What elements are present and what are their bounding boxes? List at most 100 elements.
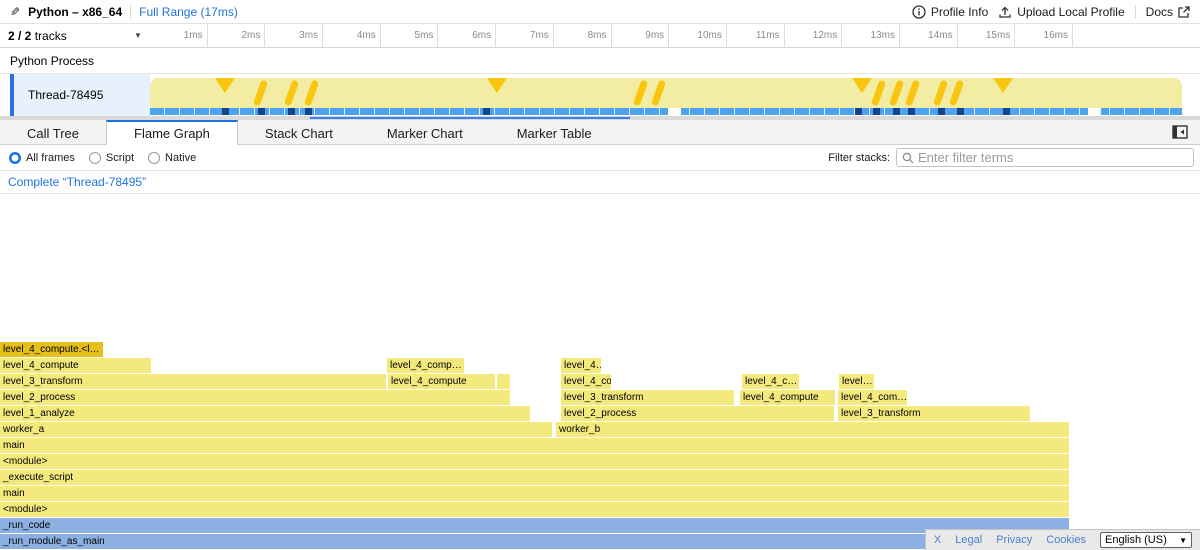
process-track-label[interactable]: Python Process (0, 48, 1200, 74)
flame-box-level_3_transform[interactable]: level_3_transform (838, 406, 1030, 421)
upload-profile-button[interactable]: Upload Local Profile (998, 5, 1124, 19)
ruler-tick-12ms: 12ms (785, 24, 843, 48)
tracks-dropdown-caret[interactable]: ▼ (134, 24, 142, 48)
flame-box-level…[interactable]: level… (839, 374, 874, 389)
ruler-tick-8ms: 8ms (554, 24, 612, 48)
thread-track-label[interactable]: Thread-78495 (14, 74, 150, 116)
panel-tabbar: Call TreeFlame GraphStack ChartMarker Ch… (0, 120, 1200, 145)
breadcrumb-complete-thread[interactable]: Complete “Thread-78495” (8, 171, 146, 193)
flame-box-level_4_compute[interactable]: level_4_compute (0, 358, 151, 373)
ruler-tick-1ms: 1ms (150, 24, 208, 48)
marker-diamond (487, 78, 507, 93)
sample-dark-segment (855, 108, 862, 115)
thread-activity-graph[interactable] (150, 74, 1182, 116)
tab-call-tree[interactable]: Call Tree (0, 120, 106, 144)
sample-strip (150, 108, 1182, 115)
tab-marker-chart[interactable]: Marker Chart (360, 120, 490, 144)
sidebar-icon (1172, 125, 1188, 139)
sample-dark-segment (873, 108, 880, 115)
flame-box-worker_b[interactable]: worker_b (556, 422, 1069, 437)
sample-dark-segment (1003, 108, 1010, 115)
sample-dark-segment (305, 108, 312, 115)
flame-box-<module>[interactable]: <module> (0, 454, 1069, 469)
flame-box-_execute_script[interactable]: _execute_script (0, 470, 1069, 485)
upload-icon (998, 5, 1012, 19)
footer-link-privacy[interactable]: Privacy (996, 534, 1032, 546)
docs-link[interactable]: Docs (1146, 5, 1190, 19)
flame-box-_run_code[interactable]: _run_code (0, 518, 1069, 533)
flame-box-<module>[interactable]: <module> (0, 502, 1069, 517)
sample-gap (668, 108, 681, 115)
flame-box-main[interactable]: main (0, 438, 1069, 453)
marker-diamond (852, 78, 872, 93)
flame-box-level_4_comp…[interactable]: level_4_comp… (387, 358, 464, 373)
flame-box-level_2_process[interactable]: level_2_process (561, 406, 834, 421)
flame-box-_run_module_as_main[interactable]: _run_module_as_main (0, 534, 1069, 549)
frame-filter-radios: All frames Script Native (0, 152, 196, 164)
flame-box-level_4…[interactable]: level_4… (561, 358, 601, 373)
flame-box-level_3_transform[interactable]: level_3_transform (561, 390, 734, 405)
radio-script[interactable]: Script (89, 152, 134, 164)
radio-label: Script (106, 152, 134, 164)
external-link-icon (1178, 6, 1190, 18)
ruler-tick-15ms: 15ms (958, 24, 1016, 48)
ruler-tick-14ms: 14ms (900, 24, 958, 48)
sample-dark-segment (893, 108, 900, 115)
sample-dark-segment (908, 108, 915, 115)
ruler-tick-2ms: 2ms (208, 24, 266, 48)
full-range-button[interactable]: Full Range (17ms) (139, 5, 238, 19)
flame-box-unnamed[interactable] (497, 374, 510, 389)
language-select[interactable]: English (US) ▼ (1100, 532, 1192, 548)
sample-dark-segment (288, 108, 295, 115)
sample-dark-segment (483, 108, 490, 115)
divider (1135, 5, 1136, 19)
tab-marker-table[interactable]: Marker Table (490, 120, 619, 144)
flame-box-worker_a[interactable]: worker_a (0, 422, 552, 437)
flame-box-level_4_com…[interactable]: level_4_com… (838, 390, 907, 405)
flame-box-level_3_transform[interactable]: level_3_transform (0, 374, 386, 389)
flame-box-main[interactable]: main (0, 486, 1069, 501)
ruler-tick-9ms: 9ms (612, 24, 670, 48)
flame-toolbar: All framesScriptNative Filter stacks: (0, 145, 1200, 171)
ruler-tick-7ms: 7ms (496, 24, 554, 48)
marker-diamond (993, 78, 1013, 93)
footer-link-cookies[interactable]: Cookies (1046, 534, 1086, 546)
footer-link-legal[interactable]: Legal (955, 534, 982, 546)
ruler-tick-5ms: 5ms (381, 24, 439, 48)
flame-box-level_4_co…[interactable]: level_4_co… (561, 374, 611, 389)
tab-flame-graph[interactable]: Flame Graph (106, 120, 238, 145)
breadcrumb-row: Complete “Thread-78495” (0, 171, 1200, 194)
ruler-tick-13ms: 13ms (842, 24, 900, 48)
radio-dot (9, 152, 21, 164)
flame-box-level_4_c…[interactable]: level_4_c… (742, 374, 799, 389)
filter-stacks-input[interactable] (918, 150, 1188, 165)
sample-gap (1088, 108, 1101, 115)
ruler-tick-16ms: 16ms (1015, 24, 1073, 48)
footer-link-x[interactable]: X (934, 534, 941, 546)
flame-box-level_2_process[interactable]: level_2_process (0, 390, 510, 405)
search-icon (902, 152, 914, 164)
flame-box-level_4_compute[interactable]: level_4_compute (388, 374, 495, 389)
marker-diamond (215, 78, 235, 93)
sample-dark-segment (258, 108, 265, 115)
radio-label: All frames (26, 152, 75, 164)
timeline-ruler-row: 2 / 2 tracks ▼ 1ms2ms3ms4ms5ms6ms7ms8ms9… (0, 24, 1200, 48)
flame-box-level_4_compute[interactable]: level_4_compute (740, 390, 835, 405)
radio-all-frames[interactable]: All frames (9, 152, 75, 164)
radio-dot (89, 152, 101, 164)
tracks-count: 2 / 2 tracks (8, 24, 67, 48)
radio-native[interactable]: Native (148, 152, 196, 164)
sample-dark-segment (222, 108, 229, 115)
edit-profile-name-icon[interactable]: ✎ (10, 5, 20, 19)
info-icon (912, 5, 926, 19)
profile-info-button[interactable]: Profile Info (912, 5, 988, 19)
ruler-tick-10ms: 10ms (669, 24, 727, 48)
ruler-tick-3ms: 3ms (265, 24, 323, 48)
thread-track[interactable]: Thread-78495 (0, 74, 1200, 116)
flame-box-level_1_analyze[interactable]: level_1_analyze (0, 406, 530, 421)
flame-box-level_4_compute.<l…[interactable]: level_4_compute.<l… (0, 342, 103, 357)
sidebar-toggle-button[interactable] (1172, 120, 1200, 144)
scrollbar-thumb[interactable] (310, 117, 630, 119)
tab-stack-chart[interactable]: Stack Chart (238, 120, 360, 144)
ruler-tick-11ms: 11ms (727, 24, 785, 48)
